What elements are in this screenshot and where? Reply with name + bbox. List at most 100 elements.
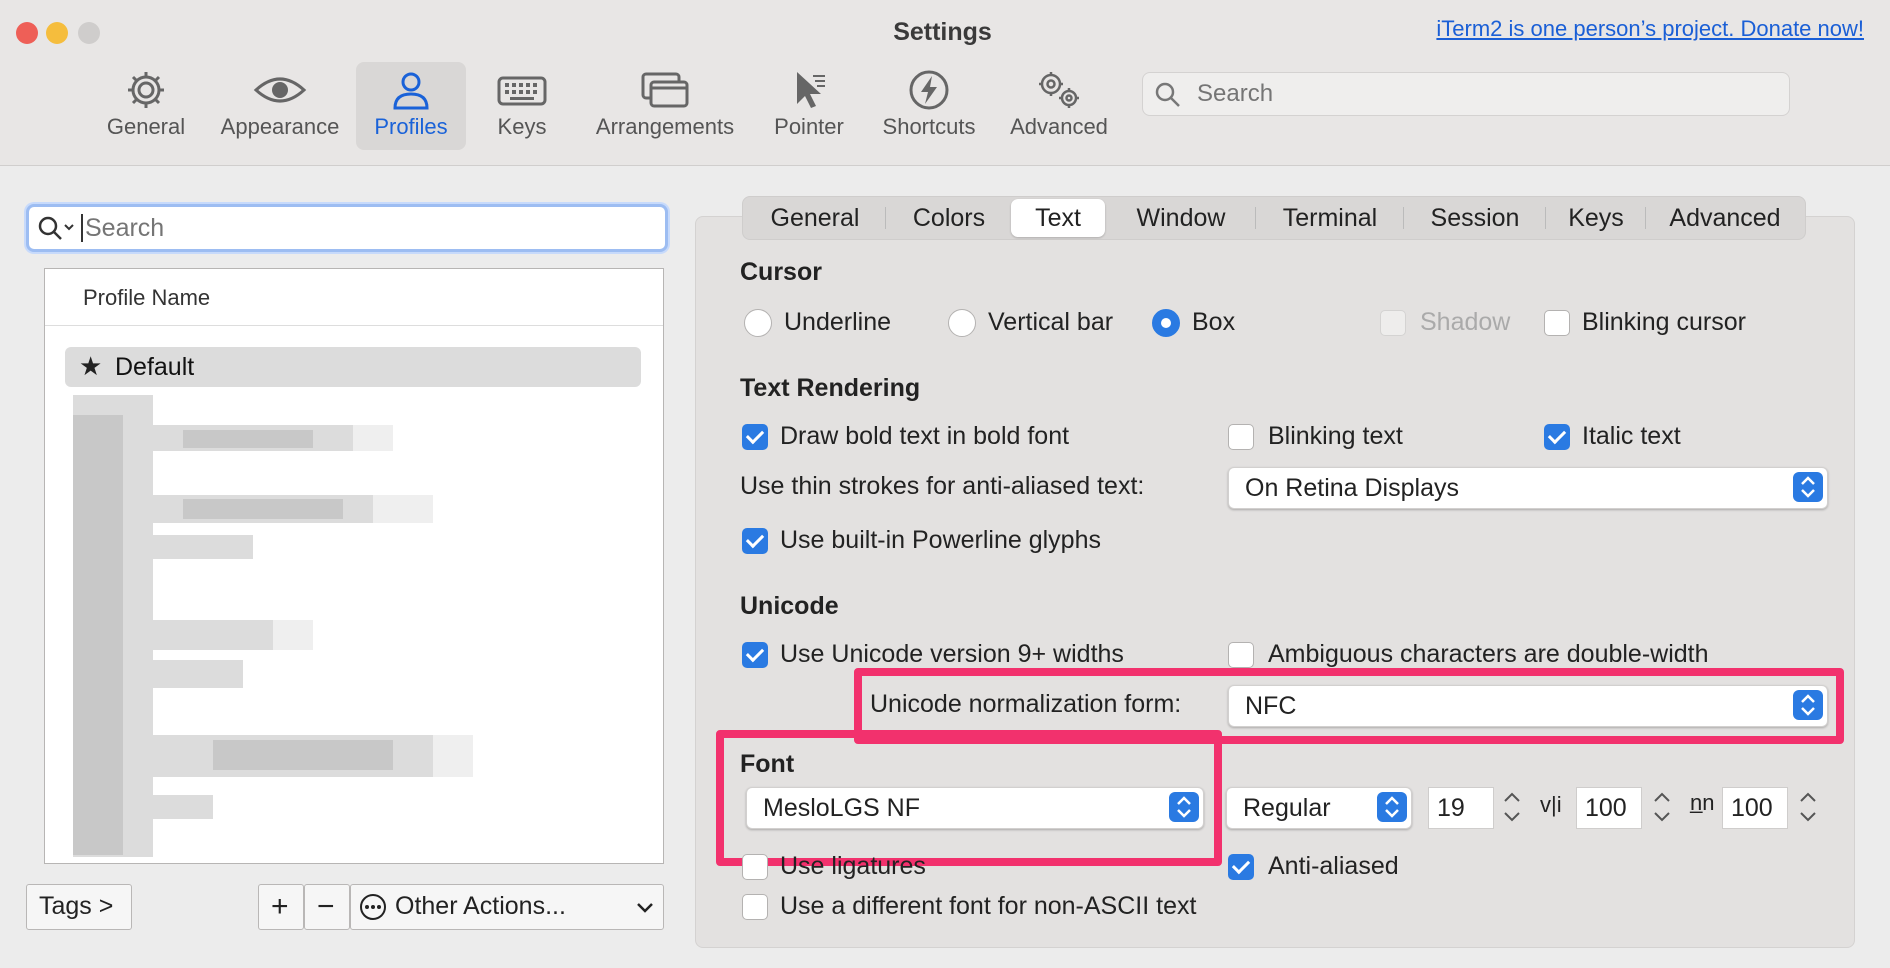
updown-chevron-icon (1377, 792, 1407, 822)
tab-colors[interactable]: Colors (887, 197, 1011, 239)
vertical-spacing-field[interactable]: 100 (1722, 787, 1788, 829)
bold-font-checkbox[interactable] (742, 424, 768, 450)
toolbar-label: Appearance (220, 114, 340, 139)
toolbar-appearance[interactable]: Appearance (212, 62, 348, 150)
unicode-widths-checkbox[interactable] (742, 642, 768, 668)
column-header-profile-name: Profile Name (83, 285, 211, 310)
add-profile-button[interactable]: + (258, 884, 304, 930)
tab-general[interactable]: General (745, 197, 885, 239)
toolbar-arrangements[interactable]: Arrangements (590, 62, 740, 150)
tab-session[interactable]: Session (1405, 197, 1545, 239)
ligatures-checkbox[interactable] (742, 854, 768, 880)
tab-divider (1255, 207, 1256, 229)
font-size-value: 19 (1437, 794, 1465, 822)
other-actions-label: Other Actions... (395, 892, 566, 920)
toolbar-profiles[interactable]: Profiles (356, 62, 466, 150)
other-actions-button[interactable]: Other Actions... (350, 884, 664, 930)
toolbar-label: Shortcuts (882, 114, 976, 139)
tab-terminal[interactable]: Terminal (1257, 197, 1403, 239)
cursor-heading: Cursor (740, 258, 822, 286)
toolbar-label: Pointer (774, 114, 844, 139)
tab-text[interactable]: Text (1011, 199, 1105, 237)
settings-window: Settings iTerm2 is one person’s project.… (0, 0, 1890, 968)
toolbar-pointer[interactable]: Pointer (766, 62, 852, 150)
thin-strokes-value: On Retina Displays (1245, 474, 1459, 502)
non-ascii-font-checkbox[interactable] (742, 894, 768, 920)
non-ascii-font-label: Use a different font for non-ASCII text (780, 892, 1197, 920)
donate-link[interactable]: iTerm2 is one person’s project. Donate n… (1436, 16, 1864, 42)
settings-search-field[interactable] (1142, 72, 1790, 116)
vertical-spacing-value: 100 (1731, 794, 1773, 822)
ambiguous-double-width-label: Ambiguous characters are double-width (1268, 640, 1709, 668)
tab-keys[interactable]: Keys (1547, 197, 1645, 239)
anti-aliased-label: Anti-aliased (1268, 852, 1399, 880)
horizontal-spacing-field[interactable]: 100 (1576, 787, 1642, 829)
tab-divider (1403, 207, 1404, 229)
horizontal-spacing-glyph: v|i (1540, 792, 1562, 817)
windows-icon (590, 62, 740, 114)
powerline-glyphs-checkbox[interactable] (742, 528, 768, 554)
profile-search-input[interactable] (83, 211, 647, 245)
gear-icon (100, 62, 192, 114)
cursor-underline-radio[interactable] (744, 309, 772, 337)
cursor-vertical-bar-label: Vertical bar (988, 308, 1114, 336)
toolbar-label: Advanced (1010, 114, 1108, 139)
search-icon (38, 216, 74, 240)
blinking-cursor-checkbox[interactable] (1544, 310, 1570, 336)
tab-divider (1545, 207, 1546, 229)
horizontal-spacing-value: 100 (1585, 794, 1627, 822)
remove-profile-button[interactable]: − (304, 884, 350, 930)
remove-icon: − (317, 890, 335, 923)
font-size-stepper[interactable] (1500, 787, 1524, 827)
settings-search-input[interactable] (1195, 77, 1779, 111)
blinking-cursor-label: Blinking cursor (1582, 308, 1746, 336)
profile-search-field[interactable] (26, 204, 668, 252)
toolbar-shortcuts[interactable]: Shortcuts (876, 62, 982, 150)
thin-strokes-popup[interactable]: On Retina Displays (1228, 467, 1828, 509)
profile-tab-bar: General Colors Text Window Terminal Sess… (742, 196, 1806, 240)
profile-row-default[interactable]: ★ Default (65, 347, 641, 387)
toolbar-label: Arrangements (595, 114, 735, 139)
star-icon: ★ (79, 351, 103, 381)
italic-text-checkbox[interactable] (1544, 424, 1570, 450)
toolbar-label: General (106, 114, 186, 139)
text-rendering-heading: Text Rendering (740, 374, 921, 402)
search-icon (1155, 82, 1180, 107)
cursor-shadow-checkbox[interactable] (1380, 310, 1406, 336)
tab-divider (1645, 207, 1646, 229)
tags-button[interactable]: Tags > (26, 884, 132, 930)
font-weight-value: Regular (1243, 794, 1331, 822)
anti-aliased-checkbox[interactable] (1228, 854, 1254, 880)
highlight-box (716, 730, 1222, 866)
ligatures-label: Use ligatures (780, 852, 926, 880)
blinking-text-checkbox[interactable] (1228, 424, 1254, 450)
toolbar-general[interactable]: General (100, 62, 192, 150)
profile-list[interactable]: Profile Name ★ Default (44, 268, 664, 864)
chevron-down-icon (637, 903, 653, 913)
bolt-icon (876, 62, 982, 114)
ambiguous-double-width-checkbox[interactable] (1228, 642, 1254, 668)
profile-list-header[interactable]: Profile Name (45, 269, 663, 326)
cursor-vertical-bar-radio[interactable] (948, 309, 976, 337)
keyboard-icon (484, 62, 560, 114)
toolbar-advanced[interactable]: Advanced (1004, 62, 1114, 150)
horizontal-spacing-stepper[interactable] (1650, 787, 1674, 827)
cursor-box-radio[interactable] (1152, 309, 1180, 337)
cursor-underline-label: Underline (784, 308, 892, 336)
toolbar-label: Keys (497, 114, 547, 139)
font-weight-popup[interactable]: Regular (1226, 787, 1412, 829)
toolbar-label: Profiles (374, 114, 448, 139)
person-icon (356, 62, 466, 114)
tab-window[interactable]: Window (1107, 197, 1255, 239)
add-icon: + (271, 890, 289, 923)
ellipsis-circle-icon (360, 894, 386, 920)
toolbar-keys[interactable]: Keys (484, 62, 560, 150)
tab-advanced[interactable]: Advanced (1647, 197, 1803, 239)
font-size-field[interactable]: 19 (1428, 787, 1494, 829)
unicode-widths-label: Use Unicode version 9+ widths (780, 640, 1124, 668)
blurred-profile-rows (73, 395, 613, 857)
thin-strokes-label: Use thin strokes for anti-aliased text: (740, 472, 1145, 500)
vertical-spacing-glyph: n̲n (1690, 790, 1715, 815)
cursor-shadow-label: Shadow (1420, 308, 1511, 336)
vertical-spacing-stepper[interactable] (1796, 787, 1820, 827)
